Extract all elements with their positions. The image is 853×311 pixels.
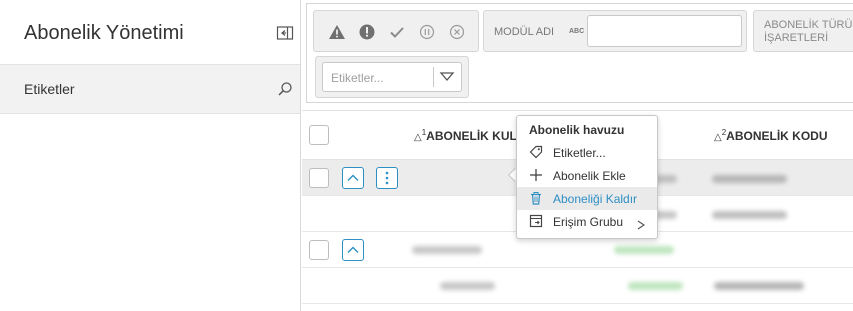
subscription-type-filter[interactable]: ABONELİK TÜRÜ İŞARETLERİ <box>753 10 853 52</box>
module-name-filter: MODÜL ADI ABC <box>483 10 747 52</box>
menu-item-label: Etiketler... <box>553 146 606 160</box>
app-title: Abonelik Yönetimi <box>24 22 184 44</box>
tags-select[interactable]: Etiketler... <box>322 62 462 92</box>
row-checkbox[interactable] <box>309 240 329 260</box>
trash-icon <box>529 191 543 205</box>
sort-ascending-icon: △ <box>714 132 722 143</box>
cancel-icon[interactable] <box>448 23 466 41</box>
menu-item-label: Abonelik Ekle <box>553 169 626 183</box>
menu-item-add-subscription[interactable]: Abonelik Ekle <box>517 164 657 187</box>
collapse-row-button[interactable] <box>342 167 364 189</box>
tags-placeholder: Etiketler... <box>331 71 384 85</box>
filter-panel: MODÜL ADI ABC ABONELİK TÜRÜ İŞARETLERİ E… <box>306 3 853 103</box>
redacted-cell <box>440 282 495 290</box>
menu-item-label: Aboneliği Kaldır <box>553 192 638 206</box>
pause-icon[interactable] <box>418 23 436 41</box>
redacted-cell <box>614 246 674 254</box>
select-all-checkbox[interactable] <box>309 125 329 145</box>
select-divider <box>433 67 434 87</box>
error-icon[interactable] <box>358 23 376 41</box>
column-header-user[interactable]: △1ABONELİK KUL <box>414 128 517 143</box>
table-row[interactable] <box>302 268 853 304</box>
redacted-cell <box>712 211 787 219</box>
redacted-cell <box>412 246 482 254</box>
menu-item-label: Erişim Grubu <box>553 215 624 229</box>
menu-item-remove-subscription[interactable]: Aboneliği Kaldır <box>517 187 657 210</box>
redacted-cell <box>714 282 804 290</box>
sidebar-item-etiketler[interactable]: Etiketler <box>0 64 300 114</box>
collapse-row-button[interactable] <box>342 239 364 261</box>
text-type-icon: ABC <box>569 28 585 35</box>
more-options-icon[interactable] <box>376 167 398 189</box>
redacted-cell <box>628 282 683 290</box>
context-menu: Abonelik havuzu Etiketler... Abonelik Ek… <box>516 115 658 239</box>
sort-ascending-icon: △ <box>414 132 422 143</box>
plus-icon <box>529 168 543 182</box>
module-name-label: MODÜL ADI <box>494 26 555 38</box>
status-filter-group <box>313 10 479 52</box>
warning-icon[interactable] <box>328 23 346 41</box>
tag-icon <box>529 145 543 159</box>
tags-filter-group: Etiketler... <box>315 56 469 98</box>
row-checkbox[interactable] <box>309 168 329 188</box>
chevron-down-icon[interactable] <box>439 70 455 84</box>
column-header-code[interactable]: △2ABONELİK KODU <box>714 128 828 143</box>
sidebar-item-label: Etiketler <box>24 81 75 97</box>
menu-item-tags[interactable]: Etiketler... <box>517 141 657 164</box>
collapse-panel-icon[interactable] <box>276 24 294 42</box>
check-icon[interactable] <box>388 23 406 41</box>
submenu-arrow-icon <box>637 217 646 230</box>
search-icon[interactable] <box>277 81 293 97</box>
redacted-cell <box>712 175 787 183</box>
context-menu-title: Abonelik havuzu <box>529 123 625 137</box>
access-group-icon <box>529 214 543 228</box>
menu-item-access-group[interactable]: Erişim Grubu <box>517 210 657 233</box>
sidebar: Abonelik Yönetimi Etiketler <box>0 0 301 311</box>
subscription-type-label: ABONELİK TÜRÜ İŞARETLERİ <box>764 19 853 44</box>
module-name-input[interactable] <box>587 15 742 47</box>
